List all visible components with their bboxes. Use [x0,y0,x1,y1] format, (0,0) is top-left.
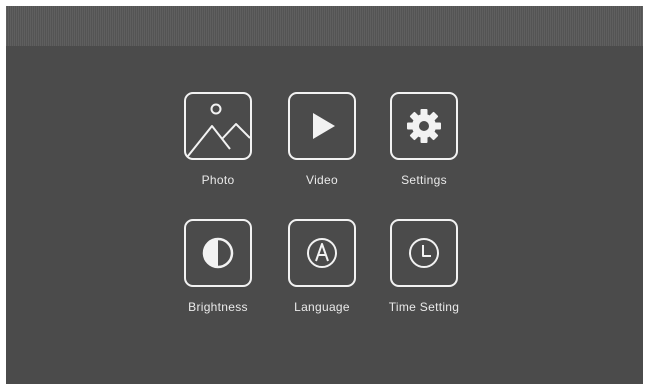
menu-item-settings[interactable]: Settings [374,92,474,200]
menu-item-video[interactable]: Video [272,92,372,200]
main-menu-grid: Photo Video Settings Brightness Language… [168,92,488,322]
photo-icon [187,103,250,157]
menu-item-label: Brightness [188,300,248,314]
menu-item-brightness[interactable]: Brightness [168,219,268,327]
top-status-bar [6,6,643,46]
gear-icon [407,109,441,143]
menu-item-label: Photo [201,173,235,187]
play-icon [313,113,335,139]
menu-item-photo[interactable]: Photo [168,92,268,200]
device-screen: Photo Video Settings Brightness Language… [6,6,643,384]
menu-item-label: Video [306,173,338,187]
video-tile[interactable] [288,92,356,160]
menu-item-label: Settings [401,173,447,187]
photo-tile[interactable] [184,92,252,160]
language-icon [307,238,337,268]
settings-tile[interactable] [390,92,458,160]
brightness-tile[interactable] [184,219,252,287]
menu-item-label: Time Setting [388,300,460,314]
language-tile[interactable] [288,219,356,287]
brightness-icon [202,237,234,269]
menu-item-language[interactable]: Language [272,219,372,327]
menu-item-time-setting[interactable]: Time Setting [374,219,474,327]
menu-item-label: Language [294,300,350,314]
time-setting-tile[interactable] [390,219,458,287]
clock-icon [409,238,439,268]
